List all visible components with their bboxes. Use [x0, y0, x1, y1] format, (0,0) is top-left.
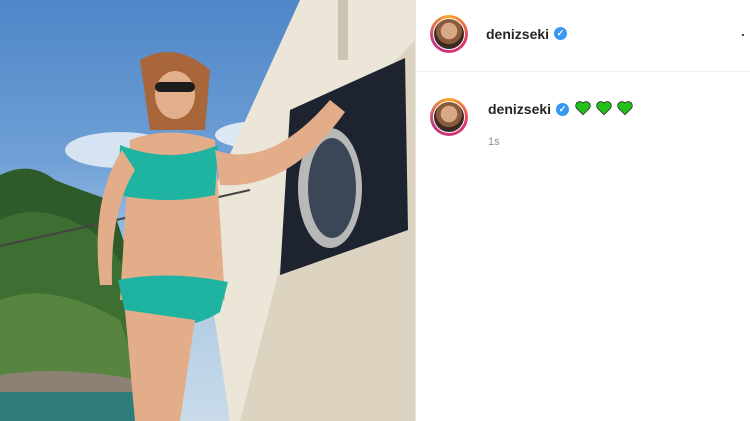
caption-text — [574, 99, 634, 117]
photo-illustration — [0, 0, 415, 421]
caption-username[interactable]: denizseki — [488, 101, 551, 117]
green-heart-icon — [575, 101, 591, 116]
verified-badge-icon: ✓ — [556, 103, 569, 116]
green-heart-icon — [617, 101, 633, 116]
post-photo[interactable] — [0, 0, 415, 421]
verified-badge-icon: ✓ — [554, 27, 567, 40]
green-heart-icon — [596, 101, 612, 116]
header-username[interactable]: denizseki — [486, 26, 549, 42]
post-header: denizseki ✓ · — [416, 0, 750, 72]
more-options-icon[interactable]: · — [740, 25, 746, 43]
post-timestamp: 1s — [488, 136, 500, 148]
caption-avatar[interactable] — [430, 98, 468, 136]
avatar[interactable] — [430, 15, 468, 53]
